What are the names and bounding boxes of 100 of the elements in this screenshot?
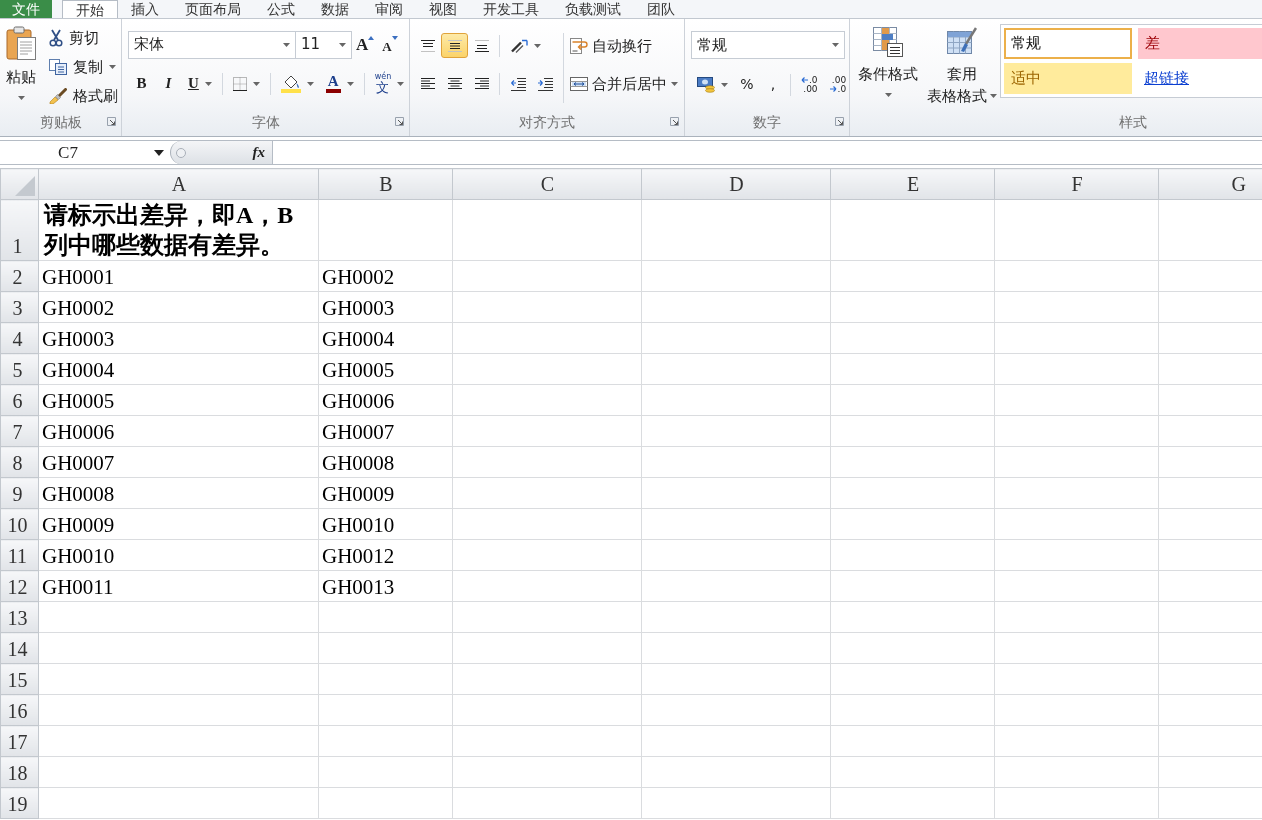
paste-button[interactable]: 粘贴 [0, 19, 42, 110]
row-header[interactable]: 19 [0, 787, 39, 819]
left-arrow-icon [801, 77, 808, 83]
phonetic-guide-button[interactable]: wén 文 [368, 71, 411, 96]
table-cell: GH0010 [38, 539, 319, 571]
dialog-launcher-icon[interactable] [835, 117, 844, 126]
increase-decimal-button[interactable]: .0 .00 [795, 72, 824, 97]
format-painter-button[interactable]: 格式刷 [46, 83, 121, 109]
grow-font-button[interactable]: A [352, 32, 379, 57]
number-format-combobox[interactable]: 常规 [691, 31, 845, 59]
row-header[interactable]: 10 [0, 508, 39, 540]
ribbon-tab[interactable]: 公式 [254, 0, 308, 18]
row-header[interactable]: 9 [0, 477, 39, 509]
caret-icon [832, 43, 839, 47]
row-header[interactable]: 15 [0, 663, 39, 695]
conditional-format-button[interactable]: 条件格式 [852, 24, 924, 97]
font-color-button[interactable]: A [319, 71, 360, 96]
italic-button[interactable]: I [155, 71, 182, 96]
row-header[interactable]: 5 [0, 353, 39, 385]
caret-icon [534, 43, 541, 48]
font-name-combobox[interactable]: 宋体 [128, 30, 296, 59]
group-label: 数字 [753, 112, 781, 131]
row-header[interactable]: 16 [0, 694, 39, 726]
table-cell: GH0002 [318, 260, 453, 292]
caret-icon [306, 81, 314, 86]
caret-icon [339, 42, 346, 47]
column-header[interactable]: C [452, 168, 642, 200]
column-header[interactable]: G [1158, 168, 1262, 200]
vertical-align-button[interactable] [441, 33, 468, 58]
group-label: 剪贴板 [39, 112, 82, 131]
table-cell: GH0007 [318, 415, 453, 447]
caret-icon [204, 81, 212, 86]
diagonal-lines-icon [510, 38, 528, 53]
wrap-text-icon [570, 38, 588, 54]
row-header[interactable]: 17 [0, 725, 39, 757]
decrease-decimal-button[interactable]: .00 .0 [823, 72, 853, 97]
dialog-launcher-icon[interactable] [670, 117, 679, 126]
row-header[interactable]: 7 [0, 415, 39, 447]
row-header[interactable]: 11 [0, 539, 39, 571]
cell-style-option[interactable]: 适中 [1004, 63, 1132, 94]
ribbon-tab[interactable]: 负载测试 [552, 0, 634, 18]
underline-button[interactable]: U [182, 71, 218, 96]
wrap-text-button[interactable]: 自动换行 [568, 33, 680, 59]
ribbon-tab[interactable]: 页面布局 [172, 0, 254, 18]
ribbon-tab[interactable]: 视图 [416, 0, 470, 18]
column-header[interactable]: F [994, 168, 1159, 200]
percent-style-button[interactable]: % [734, 72, 760, 97]
row-header[interactable]: 4 [0, 322, 39, 354]
row-header[interactable]: 3 [0, 291, 39, 323]
ribbon-tab[interactable]: 数据 [308, 0, 362, 18]
row-header[interactable]: 18 [0, 756, 39, 788]
table-cell: GH0006 [38, 415, 319, 447]
caret-icon [252, 81, 260, 86]
table-cell: GH0008 [38, 477, 319, 509]
align-center-icon [447, 78, 462, 89]
table-cell: GH0006 [318, 384, 453, 416]
align-bottom-icon [474, 39, 489, 52]
file-tab[interactable]: 文件 [0, 0, 52, 18]
table-cell: GH0009 [318, 477, 453, 509]
ribbon-tab[interactable]: 团队 [634, 0, 688, 18]
align-middle-icon [447, 39, 462, 52]
cell-style-option[interactable]: 常规 [1004, 28, 1132, 59]
caret-icon [397, 81, 405, 86]
row-header[interactable]: 14 [0, 632, 39, 664]
comma-style-button[interactable]: , [760, 72, 786, 97]
bold-button[interactable]: B [128, 71, 155, 96]
up-triangle-icon [368, 36, 375, 40]
row-header[interactable]: 2 [0, 260, 39, 292]
row-header[interactable]: 8 [0, 446, 39, 478]
font-size-combobox[interactable]: 11 [295, 30, 352, 59]
merge-center-button[interactable]: 合并后居中 [568, 71, 680, 97]
column-header[interactable]: B [318, 168, 453, 200]
insert-function-button[interactable]: fx [249, 144, 268, 161]
row-header[interactable]: 1 [0, 199, 39, 261]
dialog-launcher-icon[interactable] [107, 117, 116, 126]
cut-button[interactable]: 剪切 [46, 25, 121, 51]
column-header[interactable]: E [830, 168, 995, 200]
ribbon-tab[interactable]: 插入 [118, 0, 172, 18]
row-header[interactable]: 13 [0, 601, 39, 633]
copy-button[interactable]: 复制 [46, 54, 121, 80]
group-label: 对齐方式 [519, 112, 575, 131]
increase-indent-icon [536, 76, 553, 91]
format-as-table-button[interactable]: 套用 表格格式 [924, 24, 1000, 105]
ribbon-tab[interactable]: 开始 [62, 0, 118, 18]
paint-bucket-icon [280, 74, 301, 93]
ribbon-tab[interactable]: 开发工具 [470, 0, 552, 18]
shrink-font-button[interactable]: A [378, 32, 402, 57]
ribbon-tab[interactable]: 审阅 [362, 0, 416, 18]
table-cell: GH0005 [38, 384, 319, 416]
row-header[interactable]: 12 [0, 570, 39, 602]
cell-style-option[interactable]: 超链接 [1138, 63, 1262, 94]
decrease-indent-icon [509, 76, 526, 91]
dialog-launcher-icon[interactable] [395, 117, 404, 126]
copy-pages-icon [49, 59, 67, 75]
column-header[interactable]: D [641, 168, 831, 200]
column-header[interactable]: A [38, 168, 319, 200]
row-header[interactable]: 6 [0, 384, 39, 416]
cell-style-option[interactable]: 差 [1138, 28, 1262, 59]
table-cell: GH0004 [38, 353, 319, 385]
table-cell: GH0007 [38, 446, 319, 478]
